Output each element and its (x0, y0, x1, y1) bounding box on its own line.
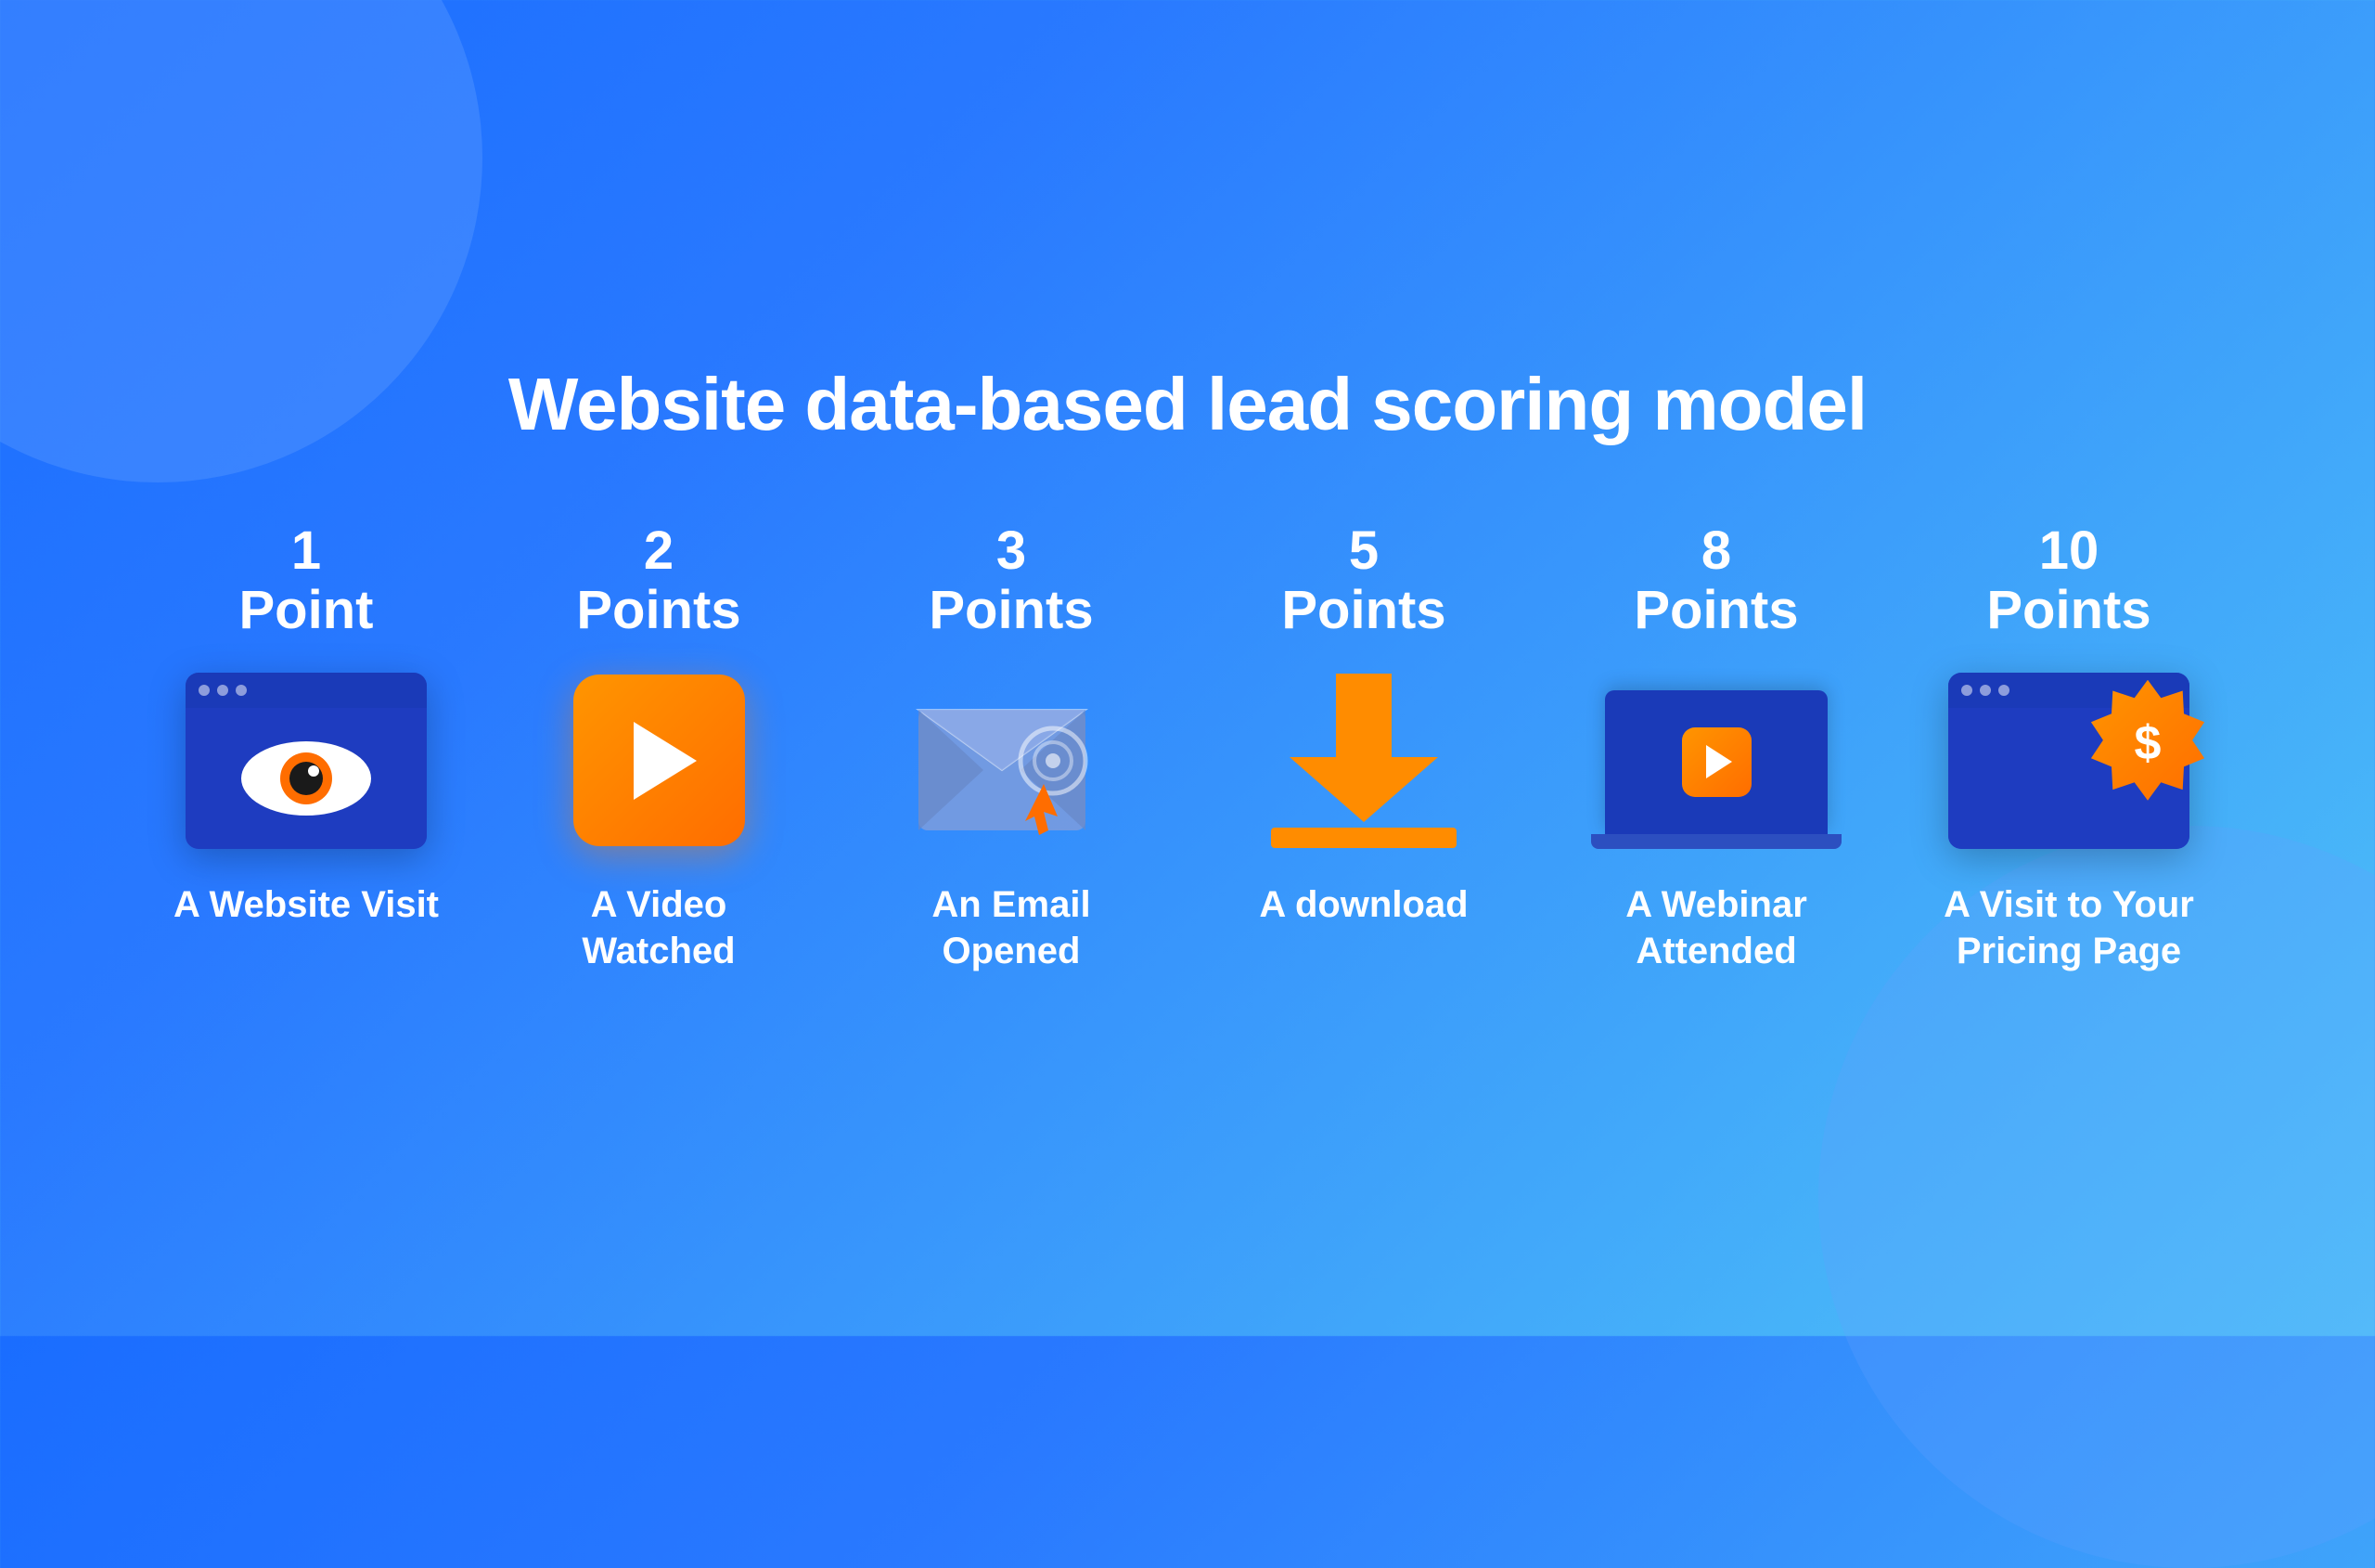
browser-topbar (186, 673, 427, 708)
laptop-play-triangle (1706, 745, 1732, 778)
eye-icon (232, 732, 380, 825)
card-pricing: 10 Points $ A Visit to Y (1920, 521, 2217, 974)
laptop-base (1591, 834, 1842, 849)
icon-website-visit (176, 668, 436, 854)
label-download: A download (1259, 881, 1468, 928)
pricing-dot-1 (1961, 685, 1972, 696)
browser-window-icon (186, 673, 427, 849)
icon-email-opened (881, 668, 1141, 854)
laptop-icon (1596, 673, 1837, 849)
label-webinar: A Webinar Attended (1568, 881, 1865, 974)
icon-pricing: $ (1939, 668, 2199, 854)
pricing-body: $ (1948, 708, 2189, 849)
card-webinar: 8 Points A Webinar Attended (1568, 521, 1865, 974)
email-icon (881, 673, 1141, 849)
card-website-visit: 1 Point (158, 521, 455, 928)
laptop-screen (1605, 690, 1828, 834)
cards-row: 1 Point (111, 521, 2264, 974)
pricing-browser-icon: $ (1948, 673, 2189, 849)
laptop-play-btn (1682, 727, 1752, 797)
play-triangle-icon (634, 722, 697, 800)
arrow-base (1271, 828, 1457, 848)
arrow-head (1290, 757, 1438, 822)
page-title: Website data-based lead scoring model (508, 362, 1867, 447)
main-container: Website data-based lead scoring model 1 … (0, 362, 2375, 974)
label-video-watched: A Video Watched (510, 881, 807, 974)
points-8: 8 Points (1634, 521, 1798, 640)
browser-dot-1 (199, 685, 210, 696)
points-1: 1 Point (239, 521, 374, 640)
card-email-opened: 3 Points (863, 521, 1160, 974)
card-download: 5 Points A download (1215, 521, 1512, 928)
download-arrow-icon (1271, 674, 1457, 848)
pricing-dot-3 (1998, 685, 2009, 696)
pricing-dot-2 (1980, 685, 1991, 696)
points-2: 2 Points (576, 521, 740, 640)
label-website-visit: A Website Visit (173, 881, 439, 928)
label-pricing: A Visit to Your Pricing Page (1920, 881, 2217, 974)
card-video-watched: 2 Points A Video Watched (510, 521, 807, 974)
icon-video-watched (529, 668, 789, 854)
play-square-icon (573, 675, 745, 846)
points-5: 5 Points (1281, 521, 1445, 640)
browser-dot-2 (217, 685, 228, 696)
icon-webinar (1586, 668, 1846, 854)
arrow-shaft (1336, 674, 1392, 757)
label-email-opened: An Email Opened (863, 881, 1160, 974)
browser-body (186, 708, 427, 849)
browser-dot-3 (236, 685, 247, 696)
points-10: 10 Points (1986, 521, 2150, 640)
dollar-sign: $ (2135, 713, 2162, 767)
icon-download (1234, 668, 1494, 854)
points-3: 3 Points (929, 521, 1093, 640)
